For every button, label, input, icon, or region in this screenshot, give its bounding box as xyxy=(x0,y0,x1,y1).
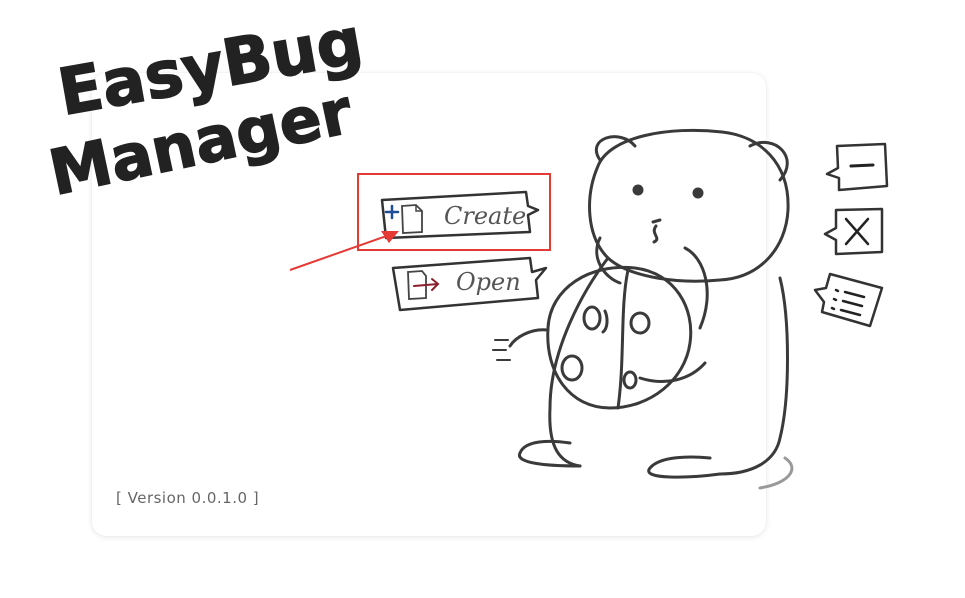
close-button[interactable] xyxy=(822,204,886,258)
app-title-logo: EasyBug Manager xyxy=(45,20,369,210)
version-label: [ Version 0.0.1.0 ] xyxy=(116,489,260,507)
bear-mascot-illustration xyxy=(492,128,794,490)
annotation-arrow xyxy=(289,231,399,271)
minimize-icon xyxy=(849,163,875,168)
menu-button[interactable] xyxy=(812,266,886,330)
minimize-button[interactable] xyxy=(823,140,891,196)
